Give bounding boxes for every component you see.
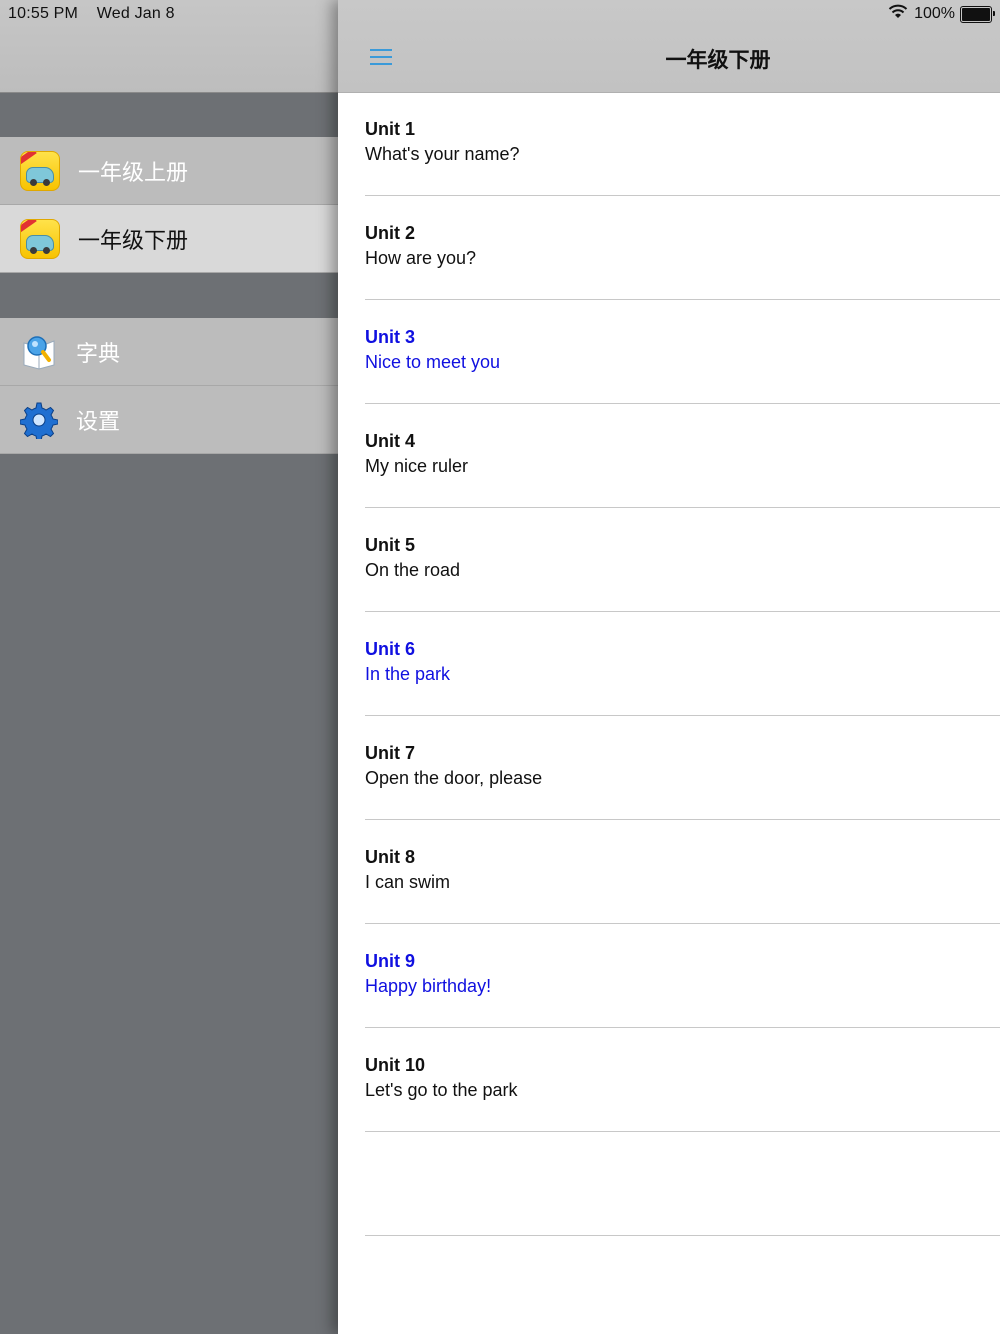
unit-number: Unit 6 [365,639,416,659]
unit-title: I can swim [365,872,451,892]
unit-title: On the road [365,560,461,580]
unit-number: Unit 1 [365,119,416,139]
sidebar: 10:55 PM Wed Jan 8 一年级上册 一年级下册 字典 设置 [0,0,338,1334]
sidebar-item-label: 设置 [76,409,121,435]
list-item[interactable]: Unit 1 What's your name? [365,92,1000,196]
unit-number: Unit 5 [365,535,416,555]
unit-number: Unit 9 [365,951,416,971]
empty-list-row [365,1132,1000,1236]
sidebar-header: 10:55 PM Wed Jan 8 [0,0,338,93]
tool-menu-group: 字典 设置 [0,318,338,454]
dictionary-icon [20,333,58,371]
main-panel: 100% 一年级下册 Unit 1 What's your name? Unit 2… [338,0,1000,1334]
unit-title: Let's go to the park [365,1080,518,1100]
status-bar-left: 10:55 PM Wed Jan 8 [8,5,189,23]
unit-number: Unit 2 [365,223,416,243]
unit-number: Unit 10 [365,1055,426,1075]
unit-title: Happy birthday! [365,976,492,996]
book-cover-icon [20,218,60,259]
list-item[interactable]: Unit 4 My nice ruler [365,404,1000,508]
sidebar-item-settings[interactable]: 设置 [0,386,338,454]
unit-number: Unit 8 [365,847,416,867]
battery-icon [960,5,995,23]
unit-number: Unit 7 [365,743,416,763]
list-item[interactable]: Unit 2 How are you? [365,196,1000,300]
status-bar-right: 100% [888,4,995,24]
unit-list: Unit 1 What's your name? Unit 2 How are you… [338,92,1000,1236]
unit-title: What's your name? [365,144,520,164]
wifi-icon [888,4,908,24]
sidebar-item-grade1-vol1[interactable]: 一年级上册 [0,137,338,205]
sidebar-item-label: 一年级上册 [78,160,189,186]
list-item[interactable]: Unit 6 In the park [365,612,1000,716]
hamburger-menu-icon[interactable] [370,46,392,66]
unit-number: Unit 4 [365,431,416,451]
sidebar-item-dictionary[interactable]: 字典 [0,318,338,386]
sidebar-item-label: 字典 [76,341,121,367]
book-menu-group: 一年级上册 一年级下册 [0,137,338,273]
unit-number: Unit 3 [365,327,416,347]
unit-title: Nice to meet you [365,352,501,372]
page-title: 一年级下册 [665,48,771,72]
list-item[interactable]: Unit 7 Open the door, please [365,716,1000,820]
navigation-bar: 100% 一年级下册 [338,0,1000,93]
list-item[interactable]: Unit 8 I can swim [365,820,1000,924]
unit-title: Open the door, please [365,768,543,788]
unit-title: How are you? [365,248,477,268]
sidebar-item-label: 一年级下册 [78,228,189,254]
unit-title: My nice ruler [365,456,469,476]
list-item[interactable]: Unit 10 Let's go to the park [365,1028,1000,1132]
sidebar-item-grade1-vol2[interactable]: 一年级下册 [0,205,338,273]
list-item[interactable]: Unit 9 Happy birthday! [365,924,1000,1028]
unit-title: In the park [365,664,451,684]
battery-percentage: 100% [914,5,955,22]
status-time: 10:55 PM [8,5,79,22]
status-date: Wed Jan 8 [96,5,175,22]
list-item[interactable]: Unit 3 Nice to meet you [365,300,1000,404]
list-item[interactable]: Unit 5 On the road [365,508,1000,612]
book-cover-icon [20,150,60,191]
gear-icon [20,401,58,439]
